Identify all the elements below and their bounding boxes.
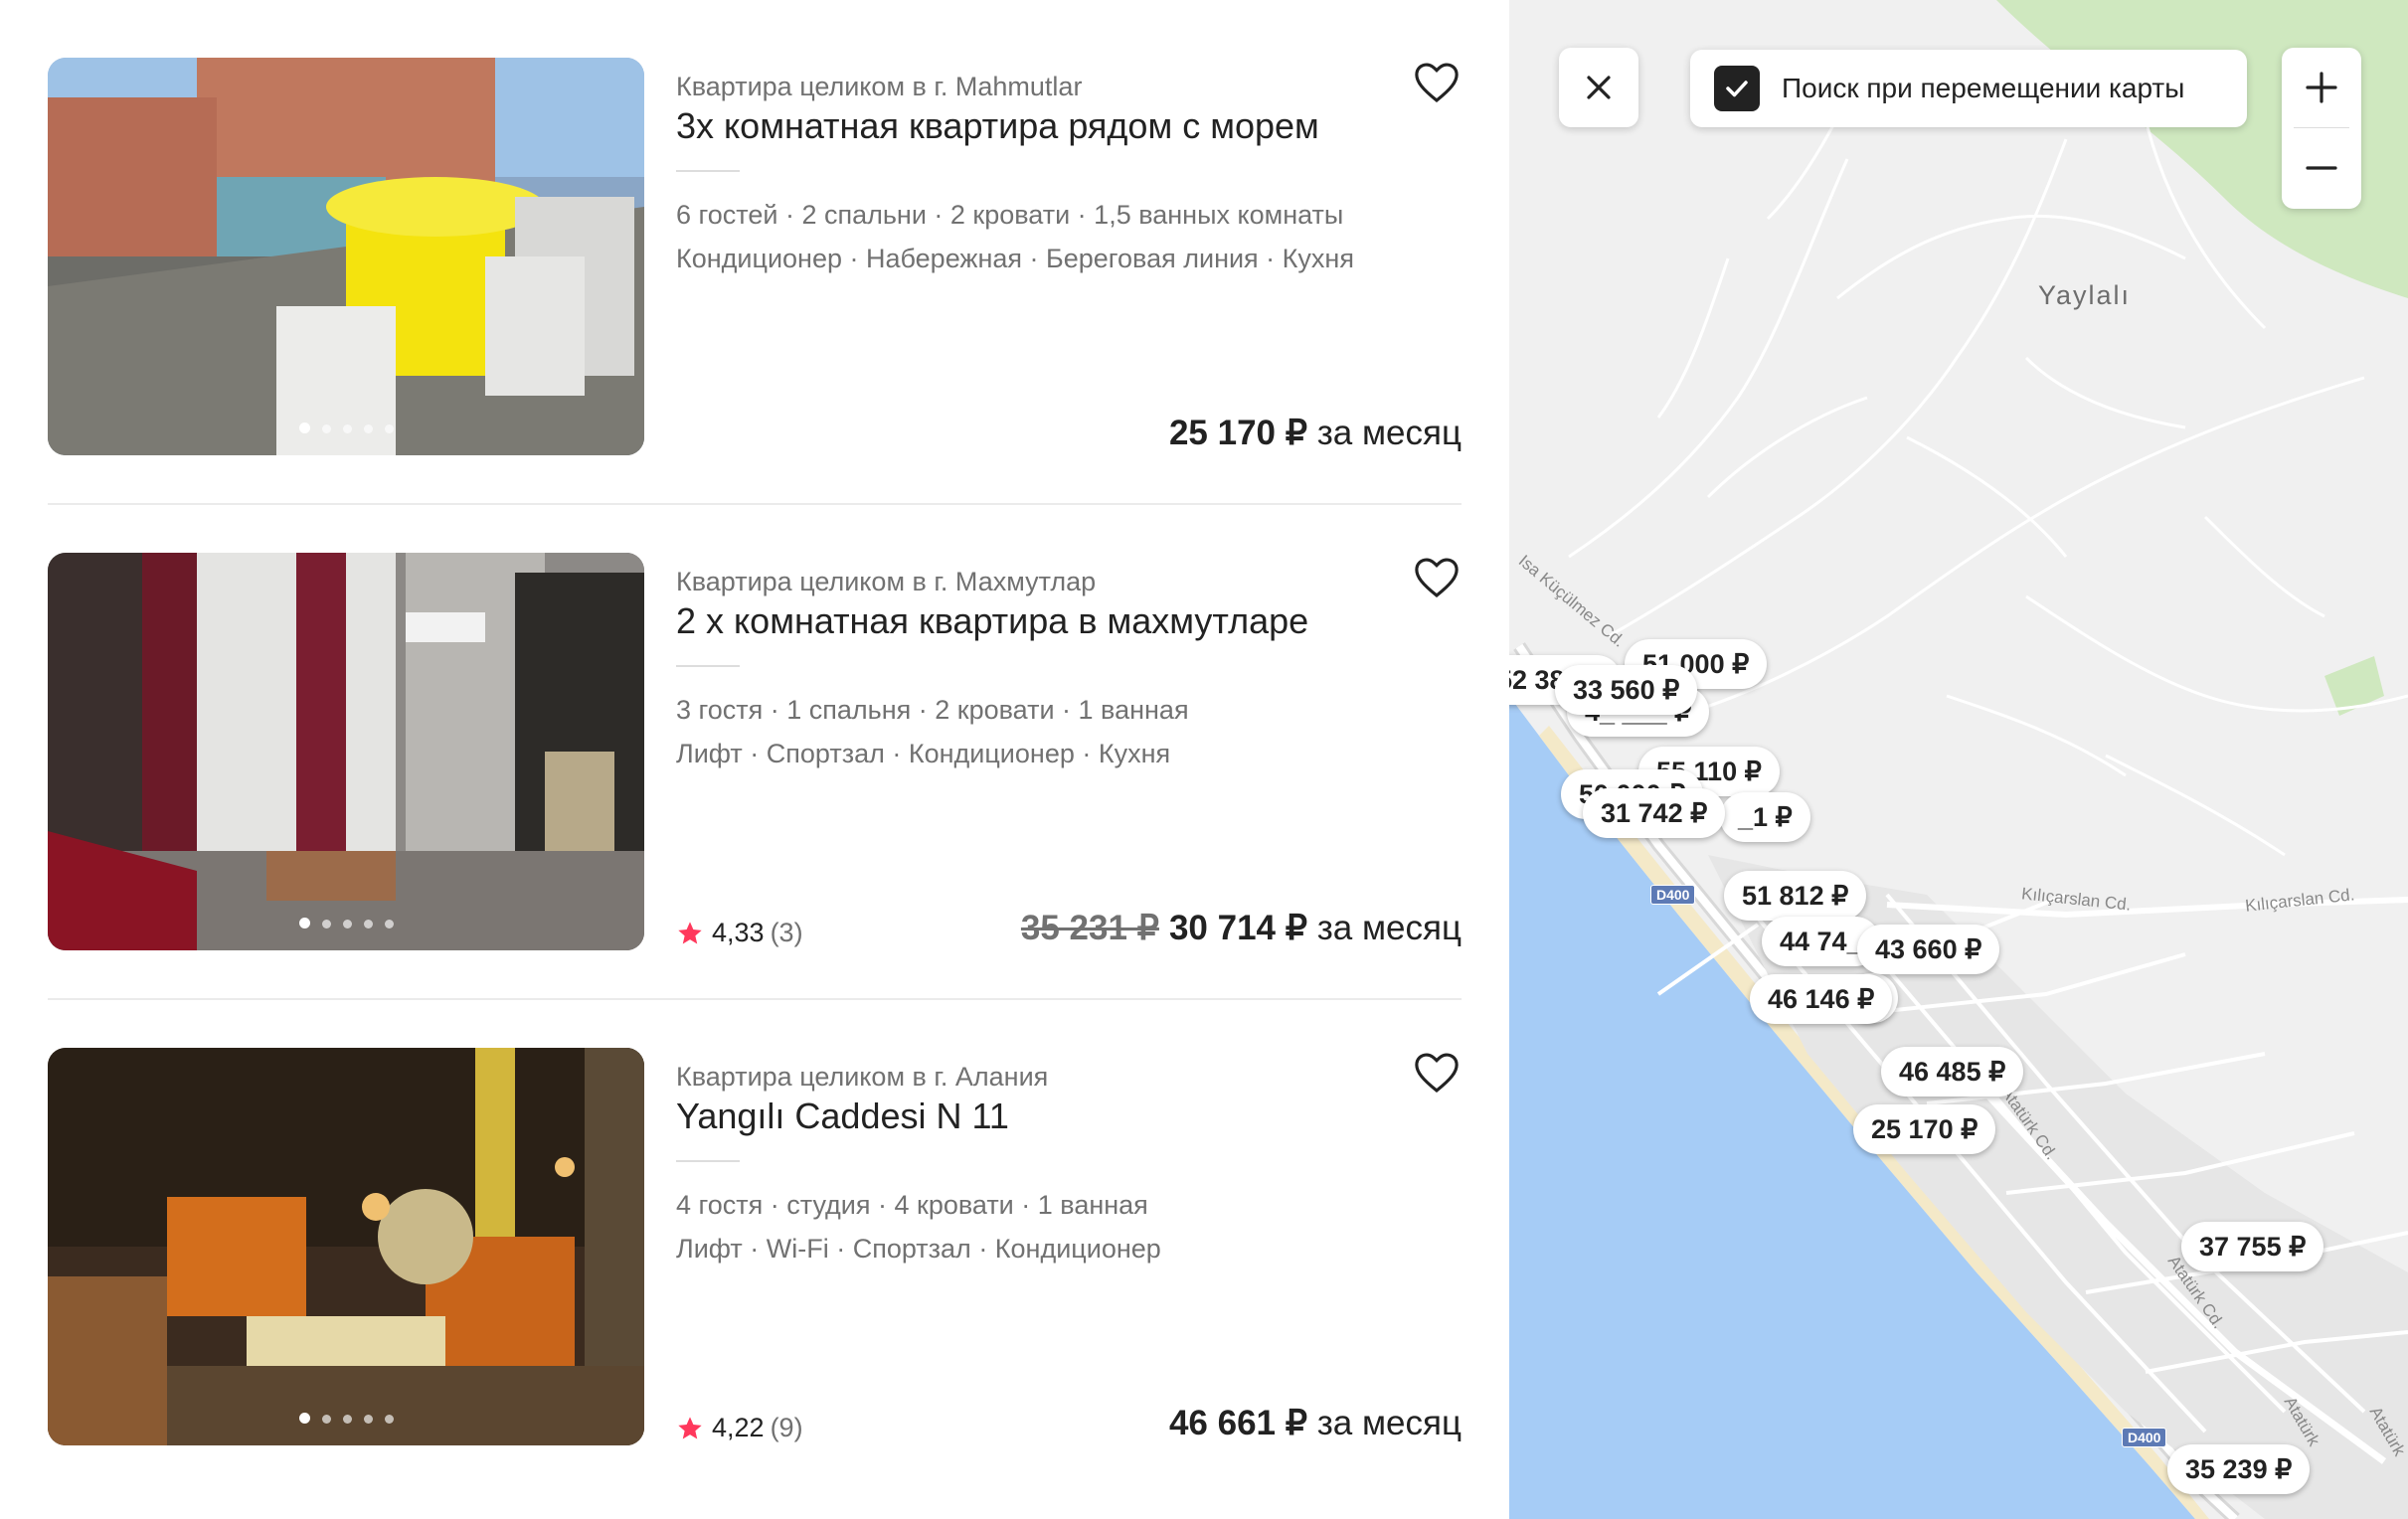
map-price-pin[interactable]: 51 812 ₽ — [1724, 871, 1867, 921]
zoom-in-button[interactable] — [2282, 48, 2361, 127]
listing-subtitle: Квартира целиком в г. Mahmutlar — [676, 72, 1083, 101]
divider — [676, 665, 740, 667]
toggle-label: Поиск при перемещении карты — [1782, 73, 2185, 103]
listing-subtitle: Квартира целиком в г. Махмутлар — [676, 567, 1097, 596]
divider — [676, 170, 740, 172]
highway-label: D400 — [1650, 885, 1696, 905]
listing-facts: 6 гостей · 2 спальни · 2 кровати · 1,5 в… — [676, 193, 1354, 280]
listing-rating: 4,22 (9) — [676, 1413, 803, 1443]
listing-card[interactable]: Квартира целиком в г. Алания Yangılı Cad… — [48, 1048, 1462, 1445]
rating-value: 4,33 — [712, 918, 765, 947]
plus-icon — [2306, 72, 2337, 103]
star-icon — [678, 1416, 702, 1438]
listing-facts-rooms: 6 гостей · 2 спальни · 2 кровати · 1,5 в… — [676, 200, 1344, 230]
wishlist-heart-icon[interactable] — [1412, 553, 1462, 602]
checkbox[interactable] — [1714, 66, 1760, 111]
highway-label: D400 — [2122, 1428, 2167, 1447]
close-icon — [1587, 76, 1611, 99]
zoom-control — [2282, 48, 2361, 209]
listing-price: 25 170 ₽ за месяц — [1169, 414, 1462, 453]
close-map-button[interactable] — [1559, 48, 1638, 127]
old-price: 35 231 ₽ — [1020, 909, 1159, 947]
map-price-pin[interactable]: 46 146 ₽ — [1750, 974, 1893, 1024]
listing-title[interactable]: 2 х комнатная квартира в махмутларе — [676, 600, 1308, 642]
listing-facts: 4 гостя · студия · 4 кровати · 1 ванная … — [676, 1183, 1161, 1270]
map-price-pin[interactable]: 35 239 ₽ — [2167, 1444, 2311, 1494]
rating-value: 4,22 — [712, 1413, 765, 1442]
search-on-move-toggle[interactable]: Поиск при перемещении карты — [1690, 50, 2247, 127]
price-value: 30 714 ₽ — [1168, 909, 1307, 947]
map-price-pin[interactable]: 46 485 ₽ — [1881, 1047, 2024, 1097]
listing-card[interactable]: Квартира целиком в г. Махмутлар 2 х комн… — [48, 553, 1462, 950]
map-price-pin[interactable]: _1 ₽ — [1720, 792, 1810, 842]
listing-rating: 4,33 (3) — [676, 918, 803, 948]
zoom-out-button[interactable] — [2282, 128, 2361, 208]
review-count: (3) — [770, 918, 803, 947]
listing-card[interactable]: Квартира целиком в г. Mahmutlar 3х комна… — [48, 58, 1462, 455]
listing-facts-rooms: 4 гостя · студия · 4 кровати · 1 ванная — [676, 1190, 1148, 1220]
listing-facts-amenities: Лифт · Спортзал · Кондиционер · Кухня — [676, 739, 1171, 768]
price-unit: за месяц — [1307, 414, 1462, 452]
listing-photo[interactable] — [48, 58, 644, 455]
listing-title[interactable]: 3х комнатная квартира рядом с морем — [676, 105, 1319, 147]
price-value: 46 661 ₽ — [1168, 1404, 1307, 1442]
map-price-pin[interactable]: 25 170 ₽ — [1853, 1104, 1996, 1154]
listing-photo[interactable] — [48, 553, 644, 950]
listing-photo[interactable] — [48, 1048, 644, 1445]
listings-panel: Квартира целиком в г. Mahmutlar 3х комна… — [0, 0, 1509, 1519]
photo-pagination[interactable] — [48, 1413, 644, 1424]
star-icon — [678, 921, 702, 943]
divider — [676, 1160, 740, 1162]
price-value: 25 170 ₽ — [1168, 414, 1307, 452]
listing-subtitle: Квартира целиком в г. Алания — [676, 1062, 1049, 1092]
map-price-pin[interactable]: 33 560 ₽ — [1555, 665, 1698, 715]
checkmark-icon — [1726, 81, 1748, 97]
listing-price: 46 661 ₽ за месяц — [1169, 1404, 1462, 1443]
price-unit: за месяц — [1307, 1404, 1462, 1442]
price-unit: за месяц — [1307, 909, 1462, 947]
map-price-pin[interactable]: 43 660 ₽ — [1857, 925, 2000, 974]
listing-facts-amenities: Кондиционер · Набережная · Береговая лин… — [676, 244, 1354, 273]
minus-icon — [2306, 166, 2337, 170]
divider — [48, 998, 1462, 1000]
listing-facts-amenities: Лифт · Wi-Fi · Спортзал · Кондиционер — [676, 1234, 1161, 1264]
review-count: (9) — [770, 1413, 803, 1442]
photo-pagination[interactable] — [48, 918, 644, 928]
wishlist-heart-icon[interactable] — [1412, 58, 1462, 107]
map-price-pin[interactable]: 37 755 ₽ — [2181, 1222, 2324, 1271]
photo-pagination[interactable] — [48, 422, 644, 433]
listing-title[interactable]: Yangılı Caddesi N 11 — [676, 1096, 1009, 1137]
map-price-pin[interactable]: 31 742 ₽ — [1583, 788, 1726, 838]
divider — [48, 503, 1462, 505]
map[interactable]: Yaylalı Kılıçarslan Cd. Kılıçarslan Cd. … — [1509, 0, 2408, 1519]
place-label: Yaylalı — [2038, 280, 2132, 310]
wishlist-heart-icon[interactable] — [1412, 1048, 1462, 1097]
listing-facts: 3 гостя · 1 спальня · 2 кровати · 1 ванн… — [676, 688, 1189, 775]
listing-price: 35 231 ₽30 714 ₽ за месяц — [1021, 909, 1462, 948]
listing-facts-rooms: 3 гостя · 1 спальня · 2 кровати · 1 ванн… — [676, 695, 1189, 725]
